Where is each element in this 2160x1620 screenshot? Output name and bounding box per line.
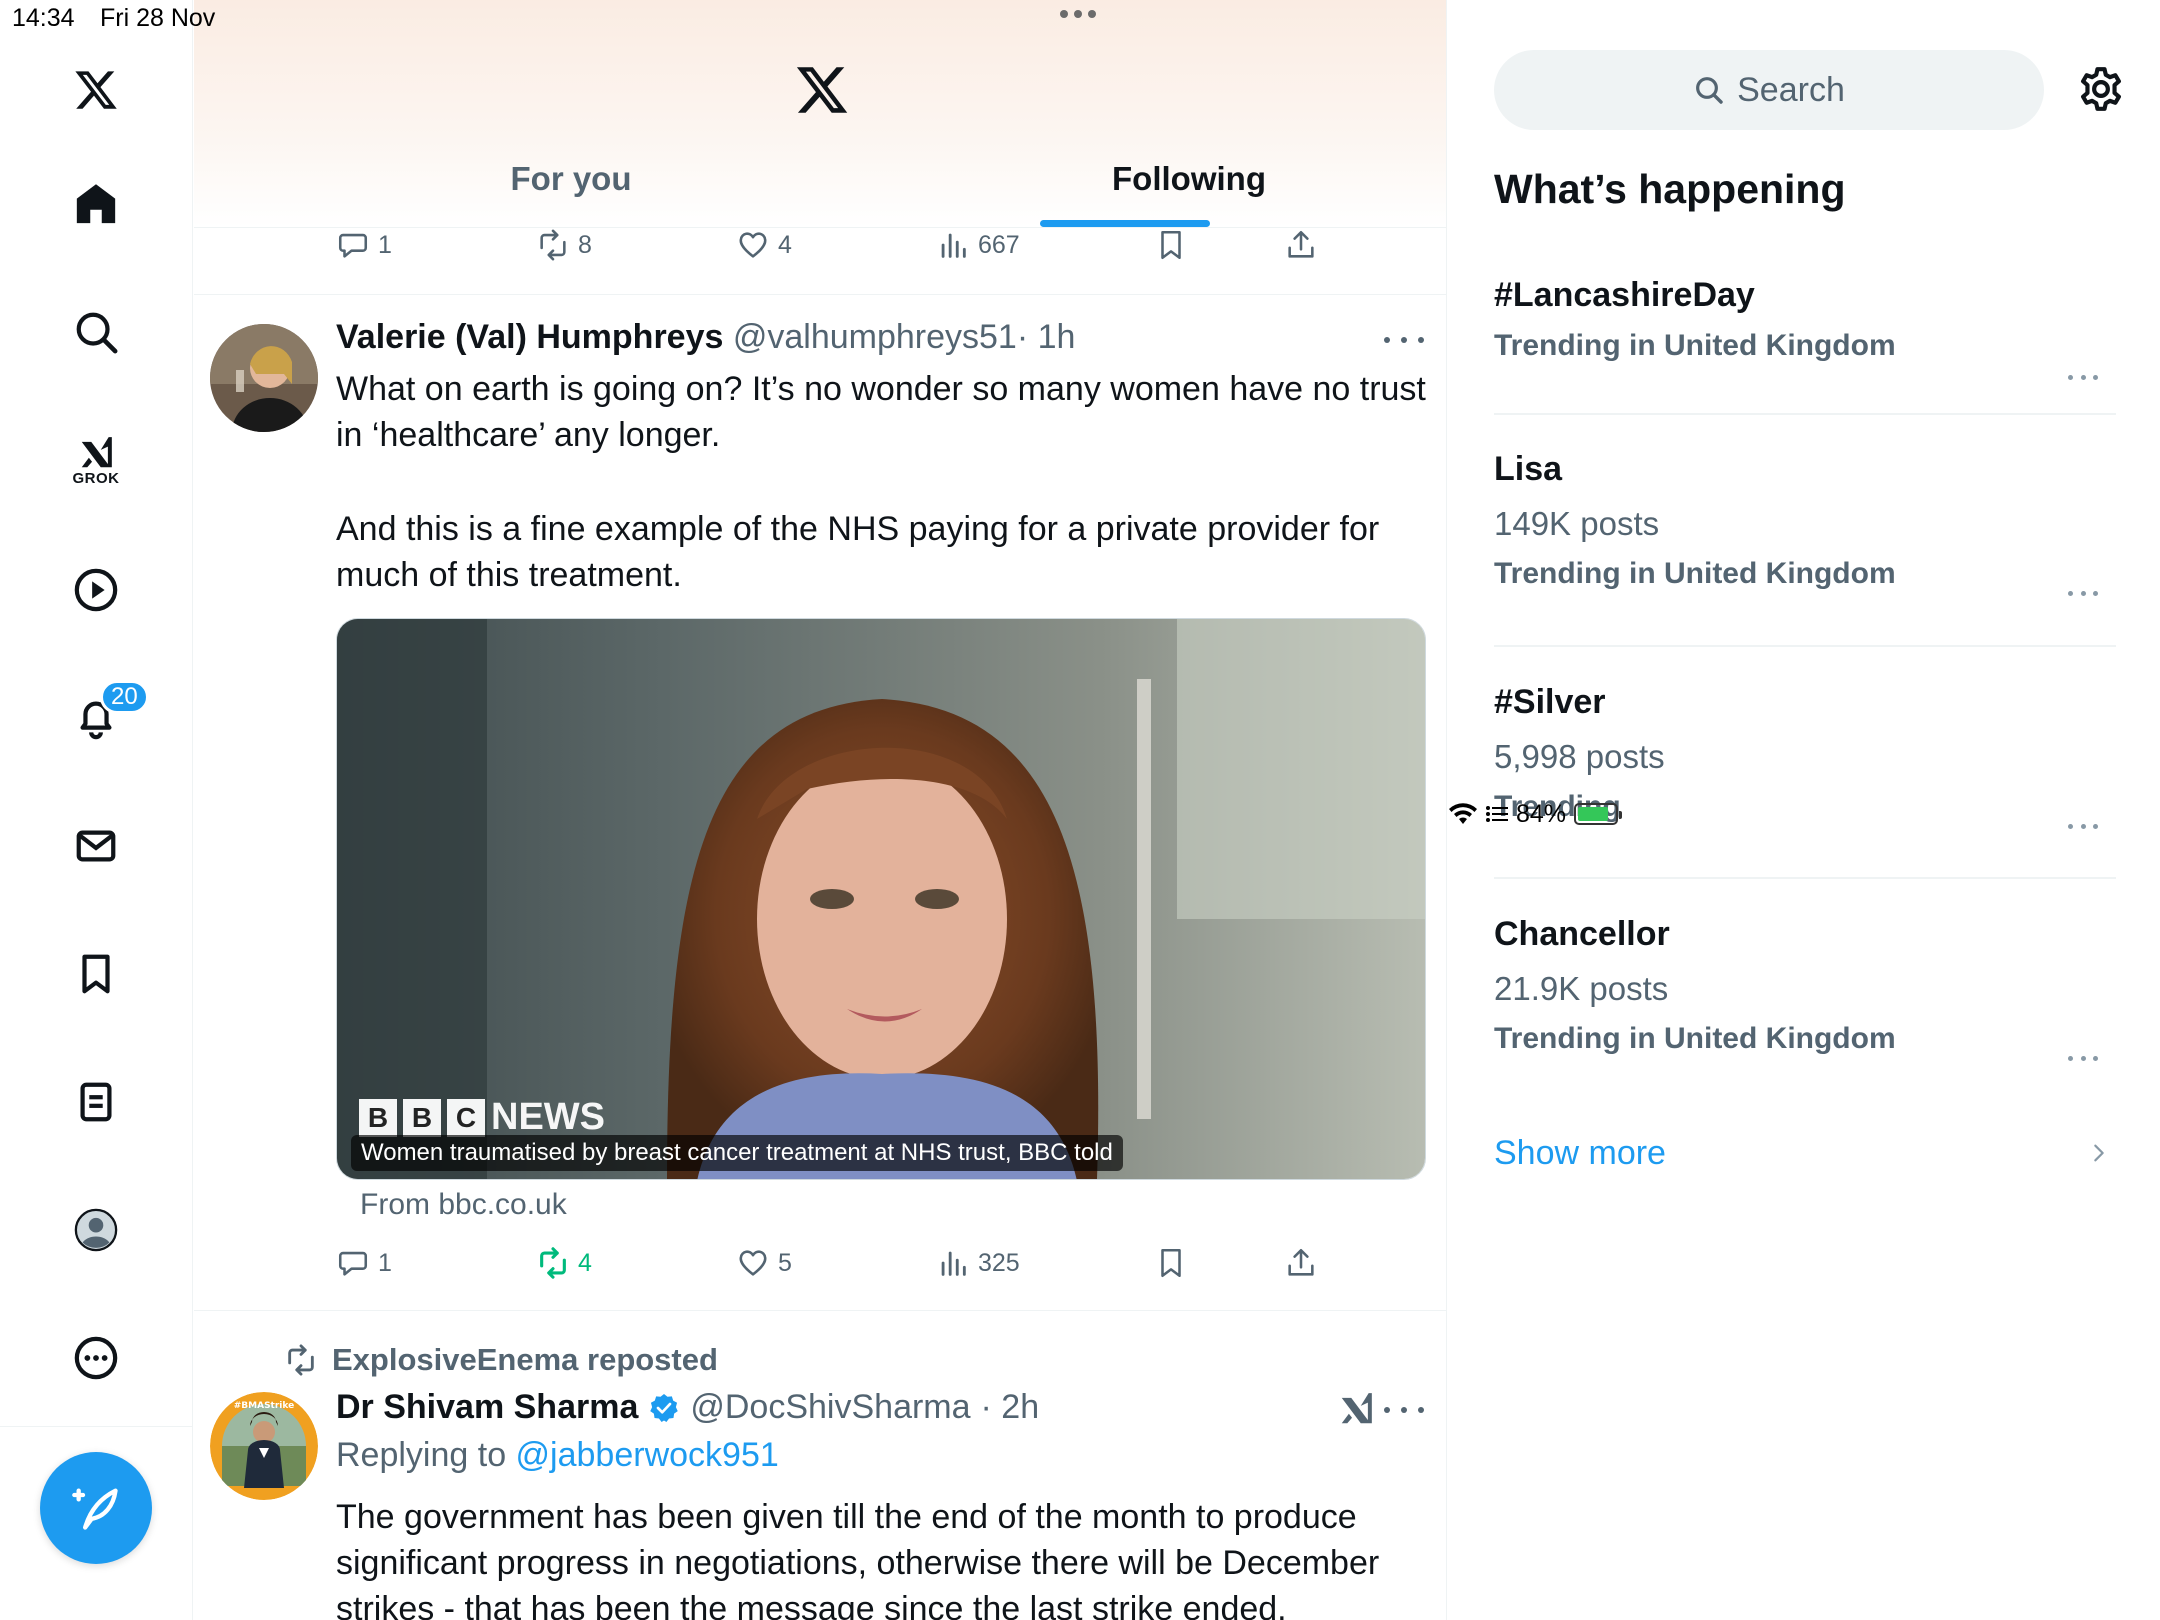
bookmark-button[interactable] xyxy=(1154,1246,1188,1280)
x-logo-icon[interactable] xyxy=(794,62,850,118)
wifi-icon xyxy=(1449,803,1477,824)
reply-icon xyxy=(338,233,368,258)
post-text: The government has been given till the e… xyxy=(336,1498,1380,1620)
bookmark-button[interactable] xyxy=(1154,228,1188,262)
tab-following[interactable]: Following xyxy=(1054,160,1324,198)
tab-for-you[interactable]: For you xyxy=(436,160,706,198)
nav-divider xyxy=(0,1426,193,1427)
svg-text:#BMAStrike: #BMAStrike xyxy=(234,1401,294,1411)
notification-count-badge: 20 xyxy=(100,680,149,714)
share-icon xyxy=(1288,1248,1314,1276)
like-button[interactable]: 5 xyxy=(736,1246,792,1280)
share-button[interactable] xyxy=(1284,1246,1318,1280)
views-chart-icon xyxy=(941,233,966,258)
repost-count: 8 xyxy=(578,230,592,259)
reply-count: 1 xyxy=(378,230,392,259)
bookmark-icon xyxy=(1161,230,1181,260)
views-button[interactable]: 325 xyxy=(936,1246,1020,1280)
view-count: 325 xyxy=(978,1248,1020,1277)
post-more-icon[interactable] xyxy=(1384,1400,1424,1420)
view-count: 667 xyxy=(978,230,1020,259)
share-button[interactable] xyxy=(1284,228,1318,262)
post-time[interactable]: · 2h xyxy=(981,1388,1040,1427)
reply-icon xyxy=(338,1251,368,1276)
bookmark-icon xyxy=(1161,1248,1181,1278)
avatar[interactable]: #BMAStrike xyxy=(210,1392,318,1500)
author-handle[interactable]: @valhumphreys51 xyxy=(733,318,1017,356)
x-logo-icon[interactable] xyxy=(56,50,136,130)
link-card-title: Women traumatised by breast cancer treat… xyxy=(351,1135,1123,1171)
repost-icon xyxy=(540,229,566,261)
grok-label: GROK xyxy=(72,469,120,487)
link-card-image[interactable]: B B C NEWS Women traumatised by breast canc… xyxy=(336,618,1426,1180)
compose-feather-icon xyxy=(72,1488,118,1530)
post-text-paragraph-1: What on earth is going on? It’s no wonde… xyxy=(336,370,1426,454)
verified-badge-icon[interactable] xyxy=(648,1392,680,1424)
heart-icon xyxy=(739,232,767,258)
messages-envelope-icon[interactable] xyxy=(56,806,136,886)
lists-icon[interactable] xyxy=(56,1062,136,1142)
post-text-paragraph-2: And this is a fine example of the NHS pa… xyxy=(336,510,1380,594)
like-count: 5 xyxy=(778,1248,792,1277)
post-more-icon[interactable] xyxy=(1384,330,1424,350)
post-actions: 1 4 5 325 xyxy=(336,1246,1356,1286)
previous-post-actions: 1 8 4 667 xyxy=(336,228,1356,268)
avatar[interactable] xyxy=(210,324,318,432)
repost-count: 4 xyxy=(578,1248,592,1277)
bbc-news-logo: B B C NEWS xyxy=(359,1096,605,1139)
link-source[interactable]: From bbc.co.uk xyxy=(360,1188,567,1222)
like-button[interactable]: 4 xyxy=(736,228,792,262)
heart-icon xyxy=(739,1250,767,1276)
repost-attribution[interactable]: ExplosiveEnema reposted xyxy=(284,1342,718,1378)
timeline-column: For you Following 1 8 4 667 Valerie (Val… xyxy=(194,0,1447,1620)
list-icon xyxy=(1486,806,1508,822)
repost-icon xyxy=(288,1344,314,1376)
left-navigation: GROK 20 xyxy=(0,0,193,1620)
author-name[interactable]: Dr Shivam Sharma xyxy=(336,1388,638,1427)
replying-to: Replying to @jabberwock951 xyxy=(336,1436,779,1474)
home-icon[interactable] xyxy=(56,164,136,244)
author-handle[interactable]: @DocShivSharma xyxy=(690,1388,970,1427)
grok-explain-icon[interactable] xyxy=(1336,1390,1376,1428)
active-tab-indicator xyxy=(1040,220,1210,227)
more-options-icon[interactable] xyxy=(56,1318,136,1398)
bookmarks-icon[interactable] xyxy=(56,934,136,1014)
profile-avatar-icon[interactable] xyxy=(56,1190,136,1270)
author-name[interactable]: Valerie (Val) Humphreys xyxy=(336,318,723,356)
repost-button[interactable]: 4 xyxy=(536,1246,592,1280)
replying-to-handle-link[interactable]: @jabberwock951 xyxy=(516,1436,779,1474)
grok-icon[interactable]: GROK xyxy=(56,420,136,500)
status-date: Fri 28 Nov xyxy=(100,4,216,32)
post-divider xyxy=(194,1310,1446,1311)
share-icon xyxy=(1288,230,1314,258)
views-button[interactable]: 667 xyxy=(936,228,1020,262)
battery-percent: 84% xyxy=(1516,799,1567,828)
repost-icon xyxy=(540,1247,566,1279)
search-icon[interactable] xyxy=(56,292,136,372)
video-play-icon[interactable] xyxy=(56,550,136,630)
battery-icon xyxy=(1574,803,1623,825)
compose-post-button[interactable] xyxy=(40,1452,152,1564)
status-time: 14:34 xyxy=(12,4,75,32)
reply-count: 1 xyxy=(378,1248,392,1277)
multitasking-dots-icon[interactable] xyxy=(1060,10,1096,18)
repost-button[interactable]: 8 xyxy=(536,228,592,262)
repost-attribution-text: ExplosiveEnema reposted xyxy=(332,1342,718,1377)
notifications-bell-icon[interactable]: 20 xyxy=(56,678,149,758)
reply-button[interactable]: 1 xyxy=(336,228,392,262)
status-bar: 14:34 Fri 28 Nov 84% xyxy=(0,0,2160,828)
like-count: 4 xyxy=(778,230,792,259)
reply-button[interactable]: 1 xyxy=(336,1246,392,1280)
views-chart-icon xyxy=(941,1251,966,1276)
post-divider xyxy=(194,294,1446,295)
post-time[interactable]: · 1h xyxy=(1017,318,1076,356)
